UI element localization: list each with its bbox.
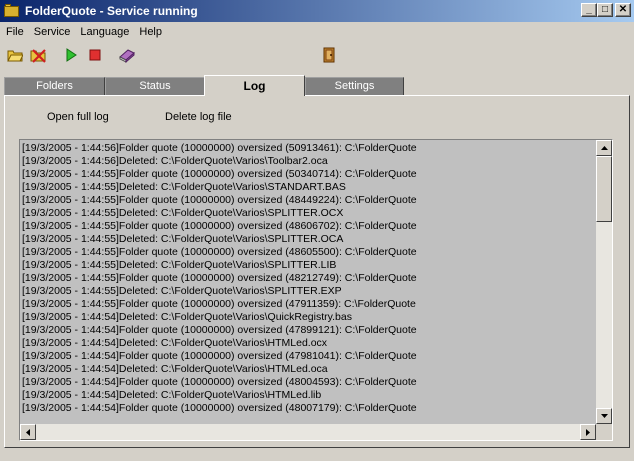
log-line[interactable]: [19/3/2005 - 1:44:55]Folder quote (10000… [22,168,596,181]
play-icon [66,48,77,62]
app-folder-icon [4,4,20,18]
log-line[interactable]: [19/3/2005 - 1:44:55]Folder quote (10000… [22,246,596,259]
log-line[interactable]: [19/3/2005 - 1:44:55]Deleted: C:\FolderQ… [22,207,596,220]
log-line[interactable]: [19/3/2005 - 1:44:55]Folder quote (10000… [22,298,596,311]
log-line[interactable]: [19/3/2005 - 1:44:54]Deleted: C:\FolderQ… [22,389,596,402]
log-line[interactable]: [19/3/2005 - 1:44:55]Deleted: C:\FolderQ… [22,285,596,298]
log-lines: [19/3/2005 - 1:44:56]Folder quote (10000… [22,142,596,422]
log-line[interactable]: [19/3/2005 - 1:44:55]Folder quote (10000… [22,194,596,207]
scrollbar-corner [596,424,612,440]
minimize-button[interactable]: _ [581,3,597,17]
exit-button[interactable] [319,45,339,65]
open-full-log-button[interactable]: Open full log [47,111,109,123]
log-line[interactable]: [19/3/2005 - 1:44:55]Folder quote (10000… [22,272,596,285]
menu-language[interactable]: Language [75,26,134,38]
log-line[interactable]: [19/3/2005 - 1:44:55]Folder quote (10000… [22,220,596,233]
vertical-scroll-thumb[interactable] [596,156,612,222]
scroll-up-button[interactable] [596,140,612,156]
scroll-right-button[interactable] [580,424,596,440]
menu-service[interactable]: Service [29,26,76,38]
tab-settings[interactable]: Settings [305,77,404,95]
start-service-button[interactable] [61,45,81,65]
arrow-up-icon [600,146,608,150]
tab-log[interactable]: Log [204,75,305,96]
log-line[interactable]: [19/3/2005 - 1:44:54]Folder quote (10000… [22,350,596,363]
log-list[interactable]: [19/3/2005 - 1:44:56]Folder quote (10000… [19,139,613,441]
log-line[interactable]: [19/3/2005 - 1:44:54]Folder quote (10000… [22,402,596,415]
horizontal-scrollbar[interactable] [20,424,596,440]
menu-bar: File Service Language Help [0,23,167,41]
title-bar[interactable]: FolderQuote - Service running _ □ ✕ [0,0,634,22]
arrow-down-icon [600,414,608,418]
stop-service-button[interactable] [85,45,105,65]
arrow-right-icon [586,428,590,436]
close-button[interactable]: ✕ [615,3,631,17]
log-line[interactable]: [19/3/2005 - 1:44:54]Folder quote (10000… [22,324,596,337]
exit-door-icon [323,47,335,63]
scroll-down-button[interactable] [596,408,612,424]
window-title: FolderQuote - Service running [25,4,198,18]
scroll-left-button[interactable] [20,424,36,440]
toolbar [0,43,634,67]
log-line[interactable]: [19/3/2005 - 1:44:55]Deleted: C:\FolderQ… [22,259,596,272]
book-icon [119,49,135,63]
arrow-left-icon [26,428,30,436]
help-book-button[interactable] [117,45,137,65]
log-line[interactable]: [19/3/2005 - 1:44:54]Folder quote (10000… [22,376,596,389]
delete-log-file-button[interactable]: Delete log file [165,111,232,123]
log-line[interactable]: [19/3/2005 - 1:44:56]Folder quote (10000… [22,142,596,155]
menu-help[interactable]: Help [134,26,167,38]
menu-file[interactable]: File [0,26,29,38]
log-line[interactable]: [19/3/2005 - 1:44:55]Deleted: C:\FolderQ… [22,181,596,194]
log-line[interactable]: [19/3/2005 - 1:44:54]Deleted: C:\FolderQ… [22,311,596,324]
tab-folders[interactable]: Folders [4,77,105,95]
log-line[interactable]: [19/3/2005 - 1:44:54]Deleted: C:\FolderQ… [22,363,596,376]
tab-status[interactable]: Status [105,77,205,95]
delete-folder-icon [30,49,46,63]
vertical-scrollbar[interactable] [596,140,612,424]
open-folder-icon [7,50,23,62]
maximize-button[interactable]: □ [597,3,613,17]
log-line[interactable]: [19/3/2005 - 1:44:54]Deleted: C:\FolderQ… [22,337,596,350]
add-folder-button[interactable] [5,45,25,65]
remove-folder-button[interactable] [29,45,49,65]
log-line[interactable]: [19/3/2005 - 1:44:56]Deleted: C:\FolderQ… [22,155,596,168]
stop-icon [89,49,101,61]
log-line[interactable]: [19/3/2005 - 1:44:55]Deleted: C:\FolderQ… [22,233,596,246]
